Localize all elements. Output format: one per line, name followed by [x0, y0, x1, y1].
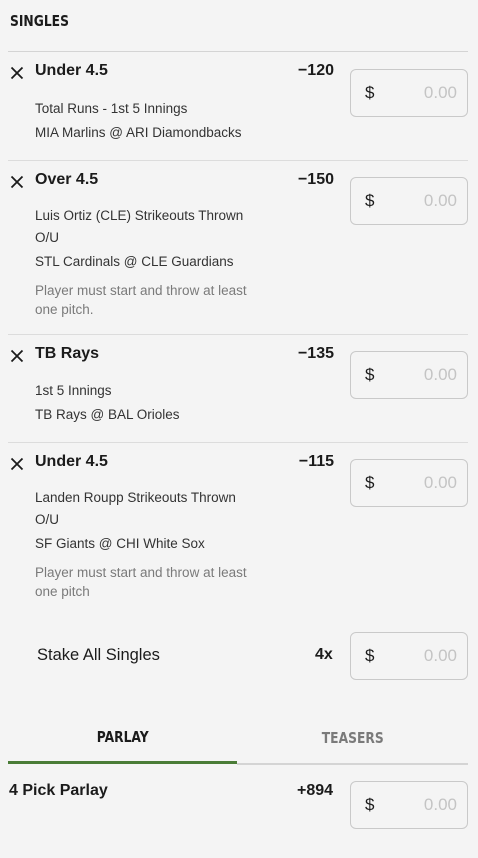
close-icon[interactable]: [10, 66, 24, 80]
stake-input[interactable]: [385, 473, 457, 493]
tab-parlay[interactable]: PARLAY: [8, 712, 237, 764]
bet-odds: −120: [297, 62, 334, 79]
bet-slip-item: TB Rays −135 1st 5 Innings TB Rays @ BAL…: [8, 335, 468, 443]
close-icon[interactable]: [10, 349, 24, 363]
currency-symbol: $: [365, 191, 375, 210]
currency-symbol: $: [365, 83, 375, 102]
stake-input[interactable]: [385, 191, 457, 211]
stake-input[interactable]: [385, 83, 457, 103]
bet-market: 1st 5 Innings: [35, 383, 112, 398]
singles-section-title: SINGLES: [10, 12, 69, 30]
currency-symbol: $: [365, 646, 375, 665]
tab-teasers[interactable]: TEASERS: [238, 712, 467, 764]
tab-teasers-label: TEASERS: [321, 729, 384, 747]
bet-odds: −115: [298, 453, 334, 470]
bet-odds: −135: [297, 345, 334, 362]
currency-symbol: $: [365, 473, 375, 492]
bet-selection: TB Rays: [35, 345, 100, 362]
stake-input-field[interactable]: $: [350, 69, 468, 117]
bet-event: TB Rays @ BAL Orioles: [35, 407, 180, 422]
bet-event: MIA Marlins @ ARI Diamondbacks: [35, 125, 242, 140]
close-icon[interactable]: [10, 457, 24, 471]
parlay-title: 4 Pick Parlay: [9, 782, 108, 799]
bet-note: Player must start and throw at least one…: [35, 283, 247, 317]
bet-note: Player must start and throw at least one…: [35, 565, 247, 599]
stake-all-label: Stake All Singles: [37, 646, 160, 664]
stake-input-field[interactable]: $: [350, 351, 468, 399]
bet-slip-item: Under 4.5 −115 Landen Roupp Strikeouts T…: [8, 443, 468, 613]
currency-symbol: $: [365, 795, 375, 814]
stake-all-input-field[interactable]: $: [350, 632, 468, 680]
bet-slip-item: Over 4.5 −150 Luis Ortiz (CLE) Strikeout…: [8, 161, 468, 335]
bet-event: SF Giants @ CHI White Sox: [35, 536, 205, 551]
stake-all-count: 4x: [315, 646, 333, 663]
close-icon[interactable]: [10, 175, 24, 189]
bet-slip-item: Under 4.5 −120 Total Runs - 1st 5 Inning…: [8, 52, 468, 161]
bet-selection: Under 4.5: [35, 62, 108, 79]
stake-input-field[interactable]: $: [350, 177, 468, 225]
bet-event: STL Cardinals @ CLE Guardians: [35, 254, 234, 269]
stake-all-input[interactable]: [385, 646, 457, 666]
divider: [237, 763, 468, 765]
bet-market: Landen Roupp Strikeouts Thrown O/U: [35, 490, 236, 527]
bet-odds: −150: [297, 171, 334, 188]
tab-parlay-label: PARLAY: [96, 727, 149, 746]
bet-type-tabs: PARLAY TEASERS: [8, 712, 468, 766]
parlay-stake-input-field[interactable]: $: [350, 781, 468, 829]
bet-market: Total Runs - 1st 5 Innings: [35, 101, 188, 116]
bet-selection: Over 4.5: [35, 171, 99, 188]
bet-selection: Under 4.5: [35, 453, 108, 470]
stake-input-field[interactable]: $: [350, 459, 468, 507]
stake-input[interactable]: [385, 365, 457, 385]
currency-symbol: $: [365, 365, 375, 384]
parlay-odds: +894: [297, 782, 334, 799]
bet-market: Luis Ortiz (CLE) Strikeouts Thrown O/U: [35, 208, 244, 245]
parlay-stake-input[interactable]: [385, 795, 457, 815]
